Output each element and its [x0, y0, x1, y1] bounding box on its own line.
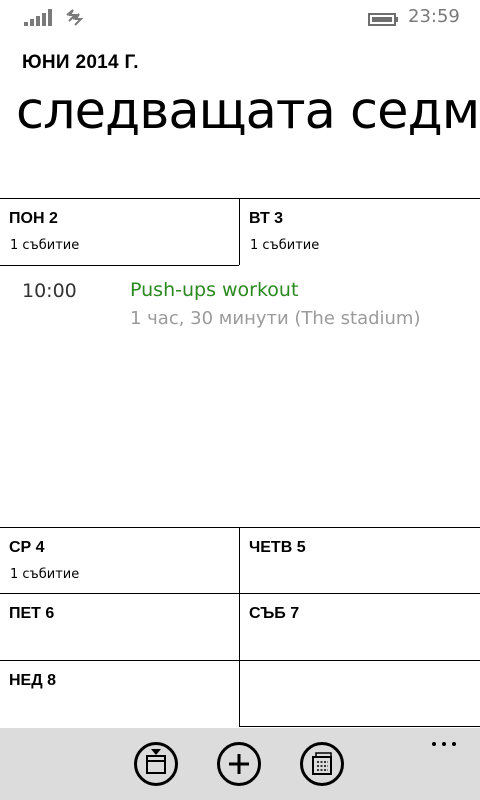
- day-cell-sat[interactable]: СЪБ 7: [240, 593, 478, 659]
- day-event-count: 1 събитие: [250, 238, 320, 253]
- add-icon: [229, 754, 249, 774]
- data-connection-icon: [64, 7, 84, 27]
- month-label: ЮНИ 2014 Г.: [22, 52, 139, 73]
- day-cell-sun[interactable]: НЕД 8: [0, 660, 238, 726]
- today-icon: [146, 749, 166, 774]
- signal-strength-icon: [24, 9, 52, 26]
- day-cell-tue[interactable]: ВТ 3 1 събитие: [240, 198, 478, 264]
- day-name: ПЕТ 6: [9, 605, 55, 622]
- event-details: 1 час, 30 минути (The stadium): [130, 308, 421, 329]
- grid-line-mon-bottom: [0, 265, 239, 266]
- add-event-button[interactable]: [217, 742, 261, 786]
- month-view-button[interactable]: [300, 742, 344, 786]
- clock: 23:59: [408, 6, 460, 27]
- page-title: следващата седмица: [16, 82, 480, 141]
- day-name: НЕД 8: [9, 672, 56, 689]
- app-bar: [0, 728, 480, 800]
- status-bar: 23:59: [0, 0, 480, 34]
- battery-icon: [368, 11, 399, 26]
- month-view-icon: [312, 752, 332, 775]
- grid-line-bottom: [239, 726, 480, 727]
- more-icon[interactable]: [428, 734, 460, 754]
- day-name: ВТ 3: [249, 210, 284, 227]
- day-cell-wed[interactable]: СР 4 1 събитие: [0, 527, 238, 593]
- event-time: 10:00: [22, 280, 77, 302]
- day-event-count: 1 събитие: [10, 238, 80, 253]
- day-name: СР 4: [9, 539, 45, 556]
- day-name: ПОН 2: [9, 210, 58, 227]
- day-event-count: 1 събитие: [10, 567, 80, 582]
- day-name: СЪБ 7: [249, 605, 300, 622]
- today-button[interactable]: [134, 742, 178, 786]
- day-cell-mon[interactable]: ПОН 2 1 събитие: [0, 198, 238, 264]
- event-title: Push-ups workout: [130, 279, 299, 301]
- day-cell-thu[interactable]: ЧЕТВ 5: [240, 527, 478, 593]
- day-name: ЧЕТВ 5: [249, 539, 306, 556]
- day-cell-fri[interactable]: ПЕТ 6: [0, 593, 238, 659]
